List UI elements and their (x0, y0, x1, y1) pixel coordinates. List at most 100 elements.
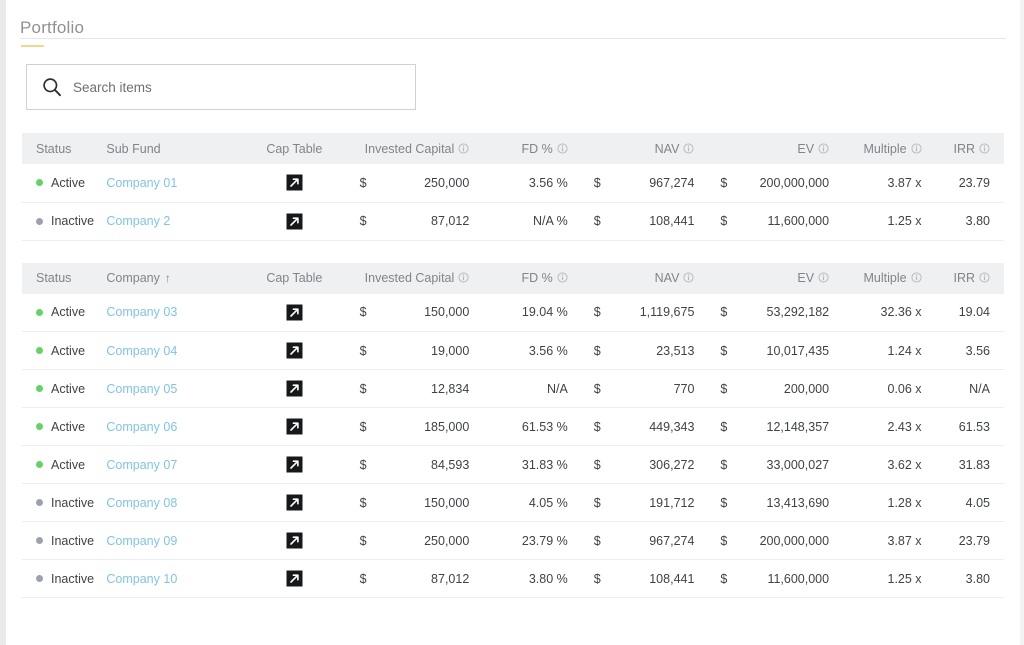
currency-symbol: $ (720, 175, 728, 190)
cell-invested-capital-value: 250,000 (424, 533, 470, 548)
table-row[interactable]: Active Company 01 $250,000 3.56 % $967,274 $2… (22, 164, 1004, 203)
cell-invested-capital-value: 87,012 (431, 214, 470, 228)
cell-multiple: 3.87 x (835, 164, 928, 203)
cell-irr: 61.53 (927, 407, 1004, 446)
currency-symbol: $ (359, 457, 367, 472)
table-row[interactable]: Active Company 07 $84,593 31.83 % $306,272 $3… (22, 445, 1004, 484)
external-link-icon[interactable] (286, 456, 303, 473)
column-header-cap[interactable]: Cap Table (249, 133, 340, 164)
cell-company-name: Company 09 (100, 521, 250, 560)
external-link-icon[interactable] (286, 570, 303, 587)
cell-ev: $200,000,000 (700, 521, 836, 560)
cell-multiple-value: 3.62 x (887, 457, 922, 472)
column-header-irr[interactable]: IRR (927, 133, 1004, 164)
currency-symbol: $ (720, 457, 728, 472)
column-header-fd[interactable]: FD % (475, 262, 574, 294)
column-header-nav[interactable]: NAV (573, 133, 701, 164)
external-link-icon[interactable] (286, 494, 303, 511)
info-icon[interactable] (458, 272, 469, 283)
column-header-cap[interactable]: Cap Table (249, 262, 340, 294)
external-link-icon[interactable] (286, 304, 303, 321)
info-icon[interactable] (557, 142, 568, 154)
table-row[interactable]: Inactive Company 09 $250,000 23.79 % $967,27… (22, 521, 1004, 560)
table-row[interactable]: Active Company 06 $185,000 61.53 % $449,343 $… (22, 407, 1004, 446)
cell-irr-value: 3.80 (965, 571, 990, 586)
column-header-nav[interactable]: NAV (573, 262, 701, 294)
info-icon[interactable] (979, 142, 990, 154)
external-link-icon[interactable] (286, 213, 303, 230)
cell-ev-value: 13,413,690 (766, 495, 830, 510)
currency-symbol: $ (593, 175, 601, 190)
info-icon[interactable] (683, 272, 694, 283)
table-row[interactable]: Inactive Company 2 $87,012 N/A % $108,441 $11… (22, 202, 1004, 241)
search-box[interactable] (26, 64, 416, 110)
column-header-label: EV (797, 141, 815, 156)
company-link[interactable]: Company 2 (106, 214, 170, 228)
status-label: Active (51, 381, 86, 396)
table-row[interactable]: Active Company 05 $12,834 N/A $770 $200,000 0.… (22, 369, 1004, 408)
column-header-status[interactable]: Status (22, 262, 101, 294)
column-header-invested[interactable]: Invested Capital (339, 262, 476, 294)
table-row[interactable]: Inactive Company 08 $150,000 4.05 % $191,712… (22, 483, 1004, 522)
external-link-icon[interactable] (286, 380, 303, 397)
status-dot-active (36, 347, 43, 354)
column-header-ev[interactable]: EV (700, 133, 836, 164)
info-icon[interactable] (911, 272, 922, 283)
external-link-icon[interactable] (286, 532, 303, 549)
info-icon[interactable] (458, 142, 469, 154)
info-icon[interactable] (818, 272, 829, 283)
table-row[interactable]: Active Company 04 $19,000 3.56 % $23,513 $10,… (22, 331, 1004, 370)
cell-fd-percent-value: 31.83 % (521, 457, 568, 472)
info-icon[interactable] (557, 272, 568, 283)
company-link[interactable]: Company 07 (106, 458, 177, 472)
column-header-name[interactable]: Sub Fund (100, 133, 250, 164)
info-icon[interactable] (683, 142, 694, 154)
cell-invested-capital-value: 87,012 (431, 571, 470, 586)
sort-ascending-icon[interactable]: ↑ (165, 271, 171, 285)
table-row[interactable]: Active Company 03 $150,000 19.04 % $1,119,67… (22, 293, 1004, 332)
cell-fd-percent: 31.83 % (475, 445, 574, 484)
company-link[interactable]: Company 04 (106, 344, 177, 358)
external-link-icon[interactable] (286, 174, 303, 191)
company-table: Status Company ↑ Cap Table Invested Capital F… (22, 262, 1004, 598)
info-icon[interactable] (818, 142, 829, 154)
cell-ev: $11,600,000 (700, 202, 836, 241)
table-row[interactable]: Inactive Company 10 $87,012 3.80 % $108,441 $… (22, 559, 1004, 598)
cell-nav-value: 449,343 (649, 419, 695, 434)
cell-irr: N/A (927, 369, 1004, 408)
column-header-ev[interactable]: EV (700, 262, 836, 294)
status-dot-active (36, 179, 43, 187)
company-link[interactable]: Company 09 (106, 534, 177, 548)
tables-container: Status Sub Fund Cap Table Invested Capital F… (6, 133, 1020, 598)
info-icon[interactable] (979, 272, 990, 283)
column-header-multiple[interactable]: Multiple (835, 133, 928, 164)
column-header-status[interactable]: Status (22, 133, 101, 164)
info-icon[interactable] (911, 142, 922, 154)
company-link[interactable]: Company 05 (106, 382, 177, 396)
column-header-irr[interactable]: IRR (927, 262, 1004, 294)
column-header-invested[interactable]: Invested Capital (339, 133, 476, 164)
cell-multiple: 0.06 x (835, 369, 928, 408)
company-link[interactable]: Company 10 (106, 572, 177, 586)
company-link[interactable]: Company 01 (106, 176, 177, 190)
search-input[interactable] (73, 79, 401, 95)
cell-irr: 23.79 (927, 164, 1004, 203)
cell-ev-value: 10,017,435 (766, 343, 830, 358)
currency-symbol: $ (359, 343, 367, 358)
column-header-fd[interactable]: FD % (475, 133, 574, 164)
column-header-label: IRR (953, 271, 975, 285)
company-link[interactable]: Company 08 (106, 496, 177, 510)
column-header-name[interactable]: Company ↑ (100, 262, 250, 294)
column-header-multiple[interactable]: Multiple (835, 262, 928, 294)
external-link-icon[interactable] (286, 342, 303, 359)
company-link[interactable]: Company 06 (106, 420, 177, 434)
status-dot-inactive (36, 537, 43, 544)
status-label: Inactive (51, 533, 95, 548)
currency-symbol: $ (720, 419, 728, 434)
cell-ev-value: 200,000,000 (759, 175, 830, 190)
company-table-grid: Status Company ↑ Cap Table Invested Capital F… (22, 262, 1004, 598)
cell-ev-value: 12,148,357 (766, 419, 830, 434)
cell-invested-capital-value: 12,834 (431, 381, 470, 396)
external-link-icon[interactable] (286, 418, 303, 435)
company-link[interactable]: Company 03 (106, 305, 177, 319)
